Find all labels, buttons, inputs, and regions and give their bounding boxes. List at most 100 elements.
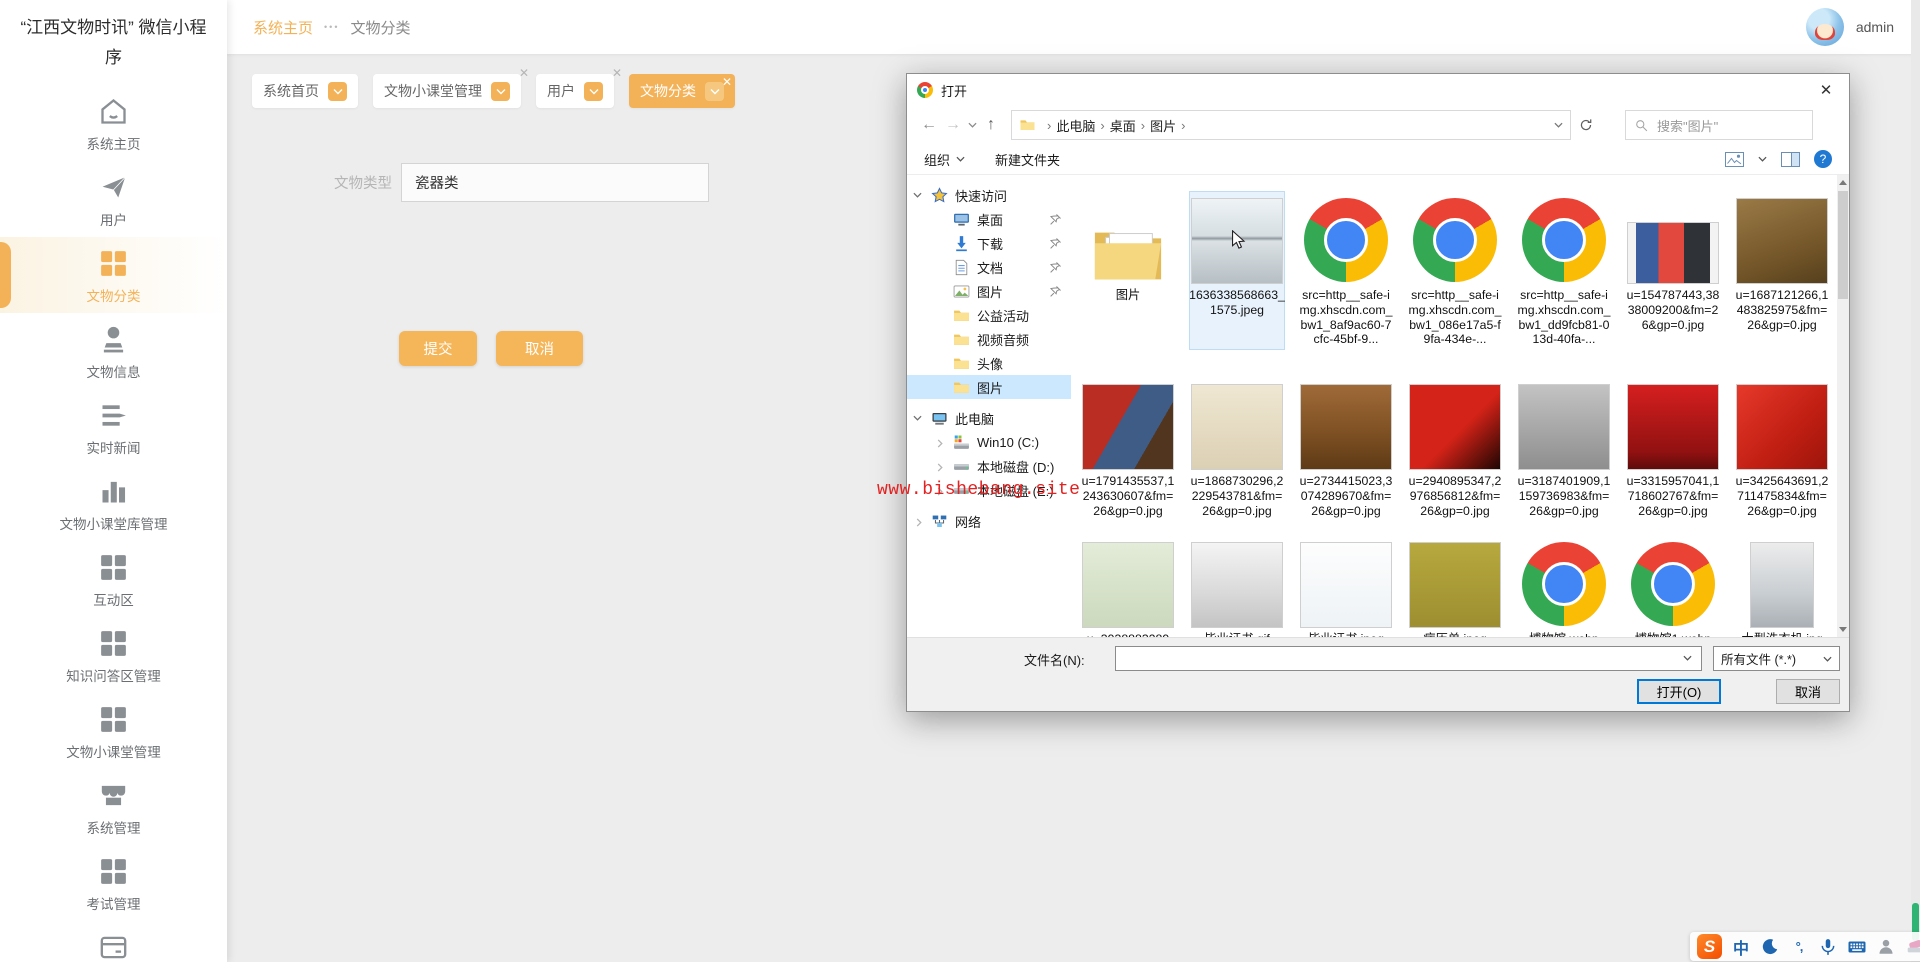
dialog-close-icon[interactable]: ✕ <box>1803 74 1849 105</box>
sidebar-item-文物信息[interactable]: 文物信息 <box>0 313 227 389</box>
sidebar-item-用户[interactable]: 用户 <box>0 161 227 237</box>
path-segment[interactable]: 此电脑 <box>1051 116 1100 135</box>
tree-item-图片[interactable]: 图片 <box>907 279 1071 303</box>
chevron-right-icon[interactable] <box>937 460 943 472</box>
relic-type-input[interactable] <box>401 163 709 202</box>
tree-item-桌面[interactable]: 桌面 <box>907 207 1071 231</box>
address-bar[interactable]: › 此电脑 › 桌面 › 图片 › <box>1011 110 1571 140</box>
file-item[interactable]: 大型洗衣机.jpg <box>1734 535 1830 637</box>
help-icon[interactable]: ? <box>1814 150 1832 168</box>
path-segment[interactable]: 桌面 <box>1105 116 1141 135</box>
scroll-down-icon[interactable] <box>1839 627 1847 632</box>
file-item[interactable]: u=1868730296,2229543781&fm=26&gp=0.jpg <box>1189 377 1285 521</box>
sidebar-item-文物分类[interactable]: 文物分类 <box>0 236 227 313</box>
file-item[interactable]: src=http__safe-img.xhscdn.com_bw1_086e17… <box>1407 191 1503 350</box>
page-scrollbar[interactable] <box>1911 0 1920 962</box>
chevron-right-icon[interactable] <box>937 436 943 448</box>
address-dropdown-icon[interactable] <box>1554 122 1563 128</box>
file-item[interactable]: u=3315957041,1718602767&fm=26&gp=0.jpg <box>1625 377 1721 521</box>
tree-item-文档[interactable]: 文档 <box>907 255 1071 279</box>
filename-dropdown-icon[interactable] <box>1683 655 1692 661</box>
sidebar-item-考试管理[interactable]: 考试管理 <box>0 845 227 921</box>
tree-item-网络[interactable]: 网络 <box>907 509 1071 533</box>
scroll-up-icon[interactable] <box>1839 180 1847 185</box>
eraser-icon[interactable] <box>1905 937 1920 957</box>
filename-input[interactable] <box>1115 646 1702 671</box>
file-item[interactable]: src=http__safe-img.xhscdn.com_bw1_8af9ac… <box>1298 191 1394 350</box>
tree-item-公益活动[interactable]: 公益活动 <box>907 303 1071 327</box>
back-icon[interactable]: ← <box>917 116 941 134</box>
file-item[interactable]: src=http__safe-img.xhscdn.com_bw1_dd9fcb… <box>1516 191 1612 350</box>
sogou-logo-icon[interactable]: S <box>1697 934 1722 959</box>
file-item[interactable]: u=154787443,3838009200&fm=26&gp=0.jpg <box>1625 191 1721 350</box>
user-tray-icon[interactable] <box>1876 937 1896 957</box>
keyboard-icon[interactable] <box>1847 937 1867 957</box>
tree-item-视频音频[interactable]: 视频音频 <box>907 327 1071 351</box>
avatar[interactable] <box>1805 8 1844 46</box>
chevron-down-icon[interactable] <box>913 415 925 421</box>
refresh-icon[interactable] <box>1571 118 1601 132</box>
tree-item-图片[interactable]: 图片 <box>907 375 1071 399</box>
file-item[interactable]: 毕业证书.jpeg <box>1298 535 1394 637</box>
file-item[interactable]: 博物馆1.webp <box>1625 535 1721 637</box>
view-thumbnails-icon[interactable] <box>1725 151 1744 167</box>
dialog-titlebar[interactable]: 打开 ✕ <box>907 74 1849 106</box>
tab-文物分类[interactable]: 文物分类 ✕ <box>629 74 735 108</box>
sidebar-item-实时新闻[interactable]: 实时新闻 <box>0 389 227 465</box>
tree-item-Win10 (C:)[interactable]: Win10 (C:) <box>907 430 1071 454</box>
file-list-scrollbar[interactable] <box>1837 175 1849 637</box>
sidebar-item-文物小课堂管理[interactable]: 文物小课堂管理 <box>0 693 227 769</box>
forward-icon[interactable]: → <box>941 116 965 134</box>
tab-用户[interactable]: 用户 ✕ <box>536 67 622 108</box>
sidebar-item-系统主页[interactable]: 系统主页 <box>0 85 227 161</box>
file-item[interactable]: u=1791435537,1243630607&fm=26&gp=0.jpg <box>1080 377 1176 521</box>
file-item[interactable]: 毕业证书.gif <box>1189 535 1285 637</box>
preview-pane-icon[interactable] <box>1781 151 1800 167</box>
dialog-cancel-button[interactable]: 取消 <box>1776 679 1840 704</box>
tree-item-本地磁盘 (D:)[interactable]: 本地磁盘 (D:) <box>907 454 1071 478</box>
filetype-select[interactable]: 所有文件 (*.*) <box>1713 646 1840 671</box>
tab-系统首页[interactable]: 系统首页 <box>252 74 358 108</box>
user-box[interactable]: admin <box>1805 8 1894 46</box>
tab-close-icon[interactable]: ✕ <box>722 76 732 88</box>
tree-item-头像[interactable]: 头像 <box>907 351 1071 375</box>
file-item[interactable]: 博物馆.webp <box>1516 535 1612 637</box>
tree-item-此电脑[interactable]: 此电脑 <box>907 406 1071 430</box>
scrollbar-thumb[interactable] <box>1838 191 1848 299</box>
tab-close-icon[interactable]: ✕ <box>612 67 622 79</box>
tab-close-icon[interactable]: ✕ <box>519 67 529 79</box>
file-item[interactable]: u=3425643691,2711475834&fm=26&gp=0.jpg <box>1734 377 1830 521</box>
sidebar-item-互动区[interactable]: 互动区 <box>0 541 227 617</box>
submit-button[interactable]: 提交 <box>399 331 477 366</box>
file-item[interactable]: u=3187401909,1159736983&fm=26&gp=0.jpg <box>1516 377 1612 521</box>
path-segment[interactable]: 图片 <box>1145 116 1181 135</box>
file-item[interactable]: 1636338568663_1575.jpeg <box>1189 191 1285 350</box>
tab-文物小课堂管理[interactable]: 文物小课堂管理 ✕ <box>373 67 529 108</box>
file-item[interactable]: u=3938883289 <box>1080 535 1176 637</box>
file-item[interactable]: u=2734415023,3074289670&fm=26&gp=0.jpg <box>1298 377 1394 521</box>
view-options-chevron-icon[interactable] <box>1758 156 1767 162</box>
file-item[interactable]: 图片 <box>1080 191 1176 350</box>
chevron-right-icon[interactable] <box>916 515 922 527</box>
tree-item-下载[interactable]: 下载 <box>907 231 1071 255</box>
file-item[interactable]: 病历单.jpeg <box>1407 535 1503 637</box>
cancel-button[interactable]: 取消 <box>496 331 583 366</box>
tree-item-快速访问[interactable]: 快速访问 <box>907 183 1071 207</box>
chevron-down-icon[interactable] <box>913 192 925 198</box>
microphone-icon[interactable] <box>1818 937 1838 957</box>
sidebar-item-文物小课堂库管理[interactable]: 文物小课堂库管理 <box>0 465 227 541</box>
search-box[interactable]: 搜索"图片" <box>1625 110 1813 140</box>
path-chevron[interactable]: › <box>1181 118 1185 133</box>
organize-menu[interactable]: 组织 <box>924 150 965 169</box>
sidebar-item-知识问答区管理[interactable]: 知识问答区管理 <box>0 617 227 693</box>
punctuation-icon[interactable]: °, <box>1789 937 1809 957</box>
history-dropdown-icon[interactable] <box>965 122 979 128</box>
sidebar-item-系统管理[interactable]: 系统管理 <box>0 769 227 845</box>
open-button[interactable]: 打开(O) <box>1637 679 1721 704</box>
moon-icon[interactable] <box>1760 937 1780 957</box>
file-item[interactable]: u=1687121266,1483825975&fm=26&gp=0.jpg <box>1734 191 1830 350</box>
sidebar-item-用户信息[interactable]: 用户信息 <box>0 921 227 962</box>
file-item[interactable]: u=2940895347,2976856812&fm=26&gp=0.jpg <box>1407 377 1503 521</box>
breadcrumb-home[interactable]: 系统主页 <box>253 17 313 38</box>
chinese-mode-icon[interactable]: 中 <box>1731 937 1751 958</box>
